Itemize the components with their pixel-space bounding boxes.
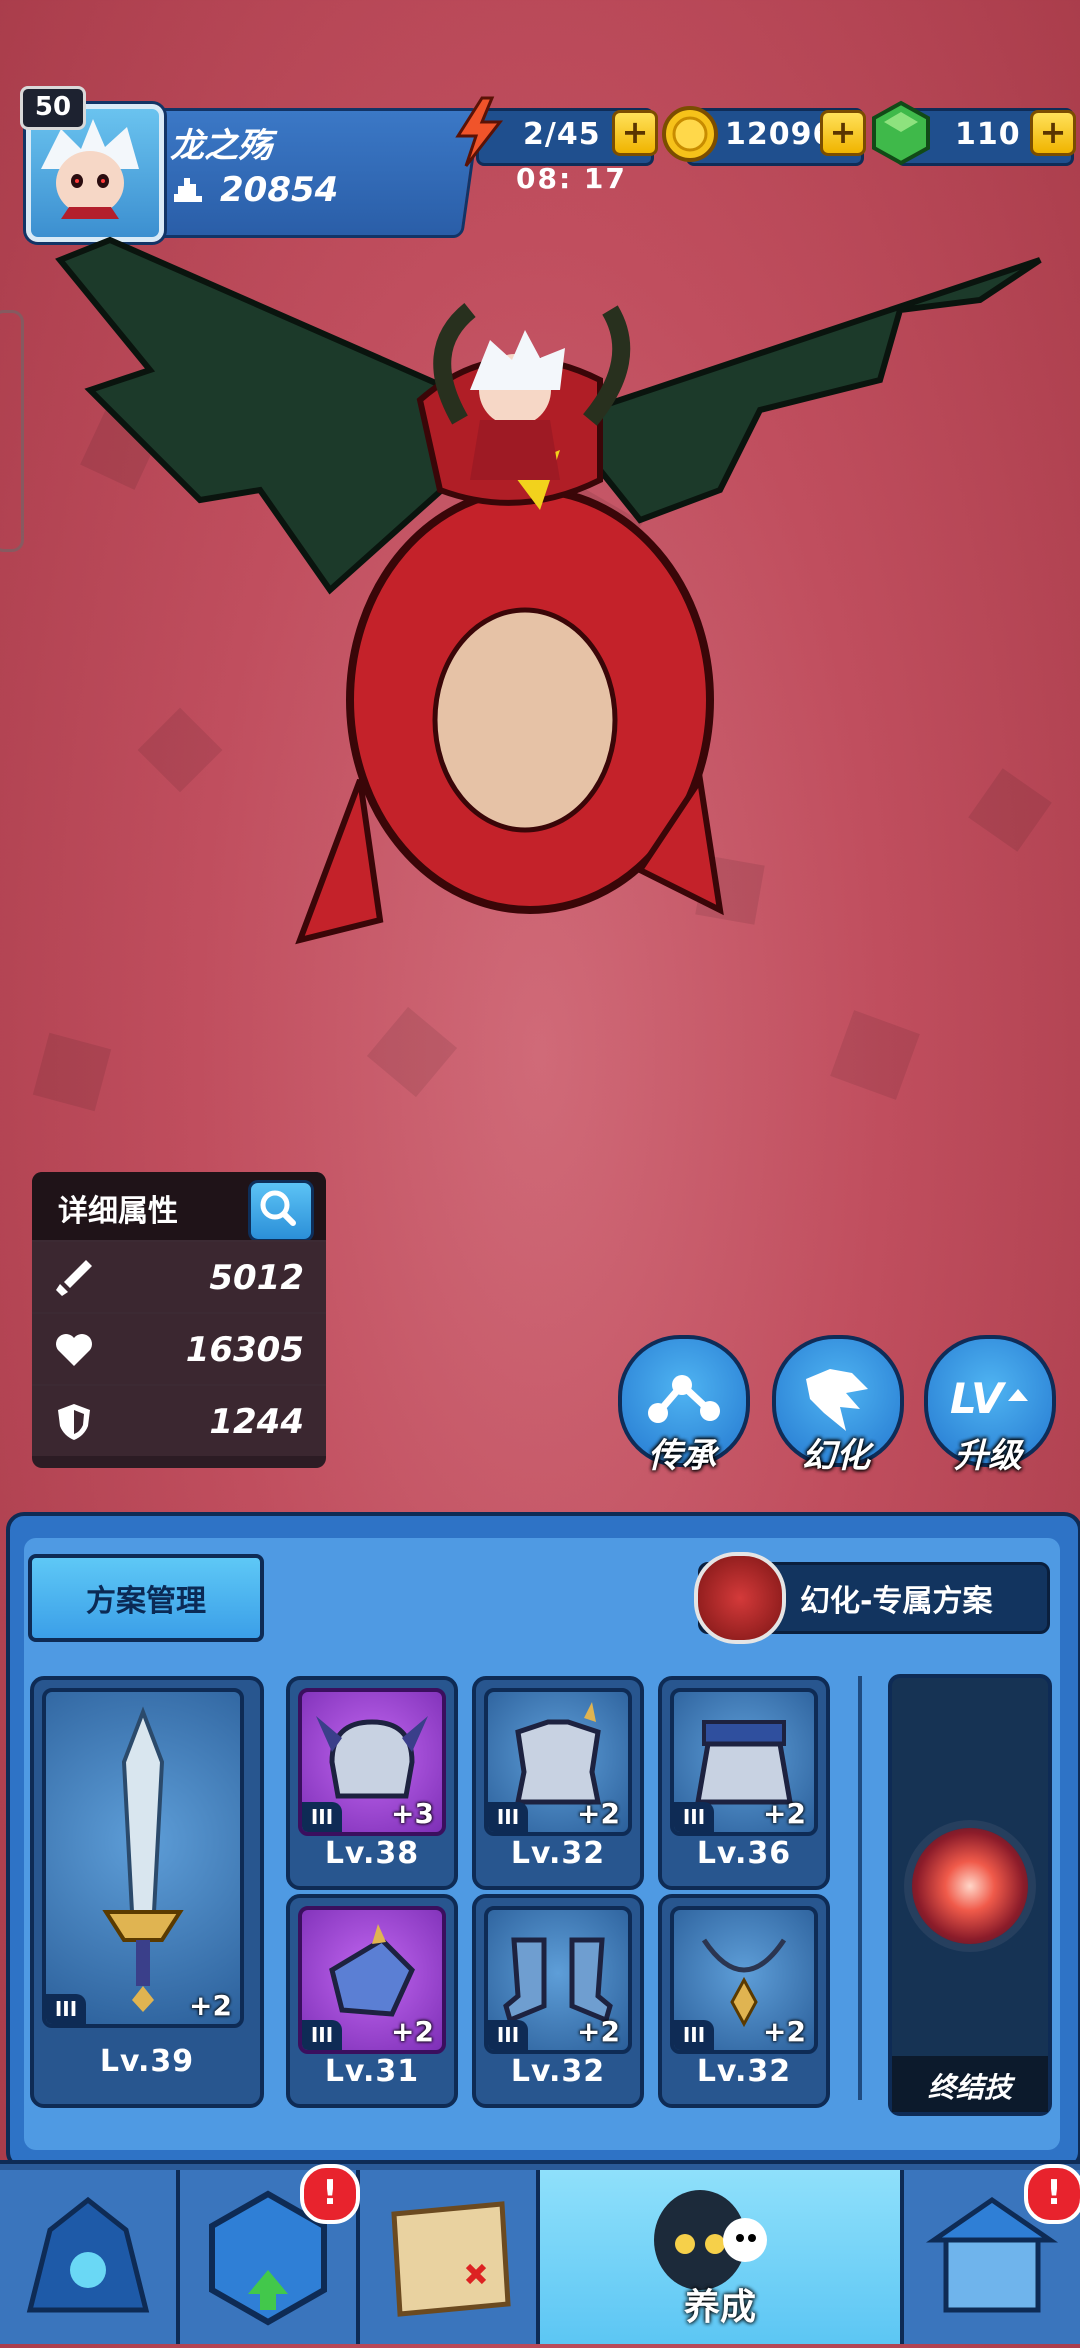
- gear-level: Lv.32: [510, 1836, 606, 1871]
- gear-slot-frame: III +2: [484, 1906, 632, 2054]
- stamina-value: 2/45: [523, 117, 601, 152]
- gear-slot-armor[interactable]: III +2 Lv.32: [472, 1676, 644, 1890]
- gear-slot-belt[interactable]: III +2 Lv.36: [658, 1676, 830, 1890]
- upgrade-alert-badge: !: [300, 2164, 360, 2224]
- treasure-map-icon: [391, 2201, 511, 2317]
- gear-slot-frame: III +2: [670, 1688, 818, 1836]
- gold-coin-icon: [662, 106, 718, 162]
- search-icon: [260, 1190, 296, 1226]
- ultimate-label-bar: 终结技: [892, 2056, 1048, 2112]
- gear-slot-gloves[interactable]: III +2 Lv.31: [286, 1894, 458, 2108]
- gear-level: Lv.36: [696, 1836, 792, 1871]
- add-gold-button[interactable]: +: [820, 110, 866, 156]
- gear-slot-frame: III +3: [298, 1688, 446, 1836]
- green-gem-icon: [872, 100, 930, 166]
- sword-icon: [56, 1260, 92, 1296]
- gear-slot-frame: III +2: [670, 1906, 818, 2054]
- stamina-timer: 08: 17: [516, 162, 627, 195]
- bottom-nav: ! 养成 !: [0, 2160, 1080, 2344]
- heart-icon: [56, 1334, 92, 1366]
- gear-plus: +2: [577, 2015, 620, 2048]
- gear-plus: +2: [391, 2015, 434, 2048]
- gear-level: Lv.38: [324, 1836, 420, 1871]
- gear-tier: III: [488, 2020, 528, 2050]
- detailed-stats-panel: 详细属性 5012 16305 1244: [32, 1172, 326, 1468]
- skin-plan-label: 幻化-专属方案: [800, 1584, 993, 1619]
- gear-slot-necklace[interactable]: III +2 Lv.32: [658, 1894, 830, 2108]
- inherit-label: 传承: [648, 1436, 716, 1476]
- player-profile[interactable]: 50 龙之殇 20854: [20, 86, 482, 242]
- nav-item-map[interactable]: [360, 2170, 540, 2344]
- stats-detail-button[interactable]: [248, 1180, 314, 1242]
- transform-label: 幻化: [802, 1436, 870, 1476]
- gear-slot-boots[interactable]: III +2 Lv.32: [472, 1894, 644, 2108]
- player-name: 龙之殇: [170, 126, 272, 166]
- weapon-slot-frame: III +2: [42, 1688, 244, 2028]
- stat-row-attack: 5012: [32, 1240, 326, 1312]
- weapon-slot[interactable]: III +2 Lv.39: [30, 1676, 264, 2108]
- shop-alert-badge: !: [1024, 2164, 1080, 2224]
- nav-cultivate-label: 养成: [683, 2287, 756, 2328]
- add-gem-button[interactable]: +: [1030, 110, 1076, 156]
- hero-dragon-mount: [55, 236, 1042, 945]
- gear-plus: +2: [763, 1797, 806, 1830]
- nav-item-hero[interactable]: [0, 2170, 180, 2344]
- gear-tier: III: [488, 1802, 528, 1832]
- weapon-tier: III: [46, 1994, 86, 2024]
- gear-slot-frame: III +2: [484, 1688, 632, 1836]
- power-fist-icon: [174, 178, 202, 202]
- gear-tier: III: [302, 1802, 342, 1832]
- gold-value: 12096: [725, 117, 835, 152]
- weapon-plus: +2: [189, 1989, 232, 2022]
- gear-plus: +2: [577, 1797, 620, 1830]
- hp-value: 16305: [185, 1330, 304, 1370]
- stat-row-defense: 1244: [32, 1384, 326, 1456]
- scheme-management-button[interactable]: 方案管理: [28, 1554, 264, 1642]
- player-level-badge: 50: [20, 86, 86, 130]
- stats-header: 详细属性: [32, 1172, 326, 1242]
- gear-level: Lv.31: [324, 2054, 420, 2089]
- stat-row-hp: 16305: [32, 1312, 326, 1384]
- gear-tier: III: [674, 2020, 714, 2050]
- ultimate-label: 终结技: [927, 2071, 1012, 2104]
- scheme-management-label: 方案管理: [86, 1584, 206, 1619]
- weapon-level: Lv.39: [99, 2044, 195, 2079]
- gear-tier: III: [302, 2020, 342, 2050]
- add-stamina-button[interactable]: +: [612, 110, 658, 156]
- gear-slot-helmet[interactable]: III +3 Lv.38: [286, 1676, 458, 1890]
- upgrade-label: 升级: [954, 1436, 1022, 1476]
- defense-value: 1244: [209, 1402, 304, 1442]
- combat-power-value: 20854: [220, 170, 339, 210]
- shield-icon: [58, 1404, 90, 1440]
- gear-slot-frame: III +2: [298, 1906, 446, 2054]
- attack-value: 5012: [209, 1258, 304, 1298]
- sword-item-icon: [102, 1706, 184, 2012]
- ultimate-skill-slot[interactable]: 终结技: [888, 1674, 1052, 2116]
- gem-value: 110: [955, 117, 1021, 152]
- gear-level: Lv.32: [696, 2054, 792, 2089]
- panel-divider: [858, 1676, 862, 2100]
- svg-text:LV: LV: [950, 1374, 1007, 1423]
- gear-tier: III: [674, 1802, 714, 1832]
- dragon-portrait-icon: [694, 1552, 786, 1644]
- gear-plus: +3: [391, 1797, 434, 1830]
- gear-level: Lv.32: [510, 2054, 606, 2089]
- stats-title: 详细属性: [58, 1194, 178, 1229]
- ultimate-orb-icon: [912, 1828, 1028, 1944]
- nav-item-cultivate[interactable]: 养成: [540, 2170, 904, 2344]
- gear-plus: +2: [763, 2015, 806, 2048]
- lightning-icon: [455, 96, 504, 167]
- crown-hero-icon: [26, 2196, 150, 2313]
